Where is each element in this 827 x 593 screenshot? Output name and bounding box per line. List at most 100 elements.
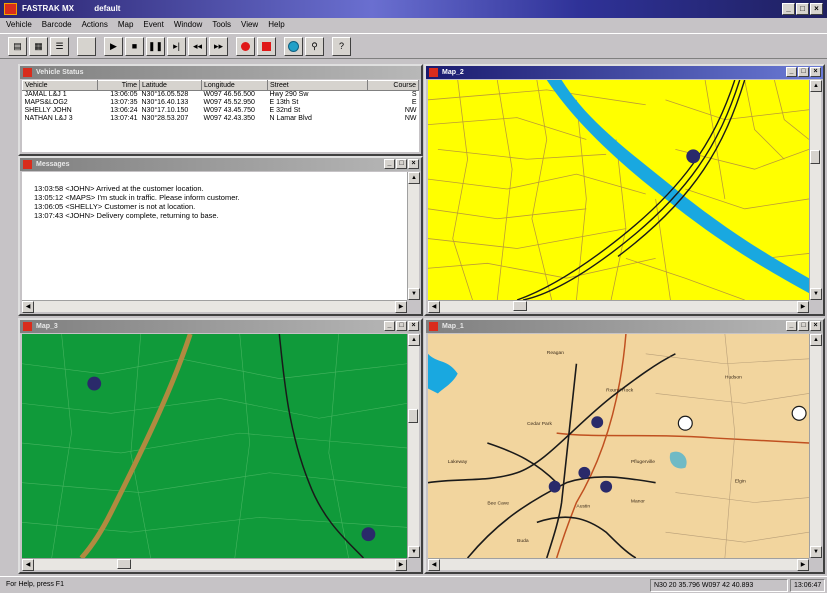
- play-icon[interactable]: ▶: [104, 36, 123, 56]
- col-latitude[interactable]: Latitude: [139, 80, 202, 91]
- menu-barcode[interactable]: Barcode: [42, 18, 72, 32]
- maximize-button[interactable]: □: [798, 67, 809, 77]
- table-row[interactable]: JAMAL L&J 1 13:06:05 N30°16.05.528 W097 …: [23, 91, 419, 100]
- scroll-thumb[interactable]: [513, 301, 527, 311]
- minimize-button[interactable]: _: [786, 321, 797, 331]
- vehicle-grid: Vehicle Time Latitude Longitude Street C…: [22, 80, 419, 152]
- scroll-right-icon[interactable]: ▶: [797, 301, 809, 313]
- table-row[interactable]: MAPS&LOG2 13:07:35 N30°16.40.133 W097 45…: [23, 99, 419, 107]
- app-title-bar[interactable]: FASTRAK MX default _ □ ×: [0, 0, 827, 18]
- map4-title-bar[interactable]: Map_1 _ □ ×: [426, 320, 823, 333]
- maximize-button[interactable]: □: [798, 321, 809, 331]
- scroll-up-icon[interactable]: ▲: [810, 334, 822, 346]
- menu-event[interactable]: Event: [143, 18, 163, 32]
- scroll-left-icon[interactable]: ◀: [428, 301, 440, 313]
- menu-vehicle[interactable]: Vehicle: [6, 18, 32, 32]
- cell-vehicle: JAMAL L&J 1: [24, 91, 67, 98]
- col-street[interactable]: Street: [267, 80, 368, 91]
- step-icon[interactable]: ▸|: [167, 36, 186, 56]
- scroll-down-icon[interactable]: ▼: [810, 546, 822, 558]
- scroll-down-icon[interactable]: ▼: [408, 546, 420, 558]
- scroll-thumb[interactable]: [117, 559, 131, 569]
- maximize-button[interactable]: □: [796, 3, 809, 15]
- terrain-map[interactable]: [22, 334, 407, 558]
- message-line: 13:03:58 <JOHN> Arrived at the customer …: [34, 184, 204, 193]
- horizontal-scrollbar[interactable]: ◀ ▶: [428, 558, 809, 571]
- record-stop-icon[interactable]: [257, 36, 276, 56]
- close-button[interactable]: ×: [810, 3, 823, 15]
- menu-tools[interactable]: Tools: [212, 18, 231, 32]
- scroll-up-icon[interactable]: ▲: [810, 80, 822, 92]
- close-button[interactable]: ×: [810, 321, 821, 331]
- help-pointer-icon[interactable]: ?: [332, 36, 351, 56]
- scroll-left-icon[interactable]: ◀: [22, 559, 34, 571]
- message-line: 13:07:43 <JOHN> Delivery complete, retur…: [34, 211, 219, 220]
- vehicle-marker-icon: [87, 376, 102, 391]
- vertical-scrollbar[interactable]: ▲ ▼: [809, 80, 822, 300]
- vehicle-status-title-bar[interactable]: Vehicle Status: [20, 66, 421, 79]
- map2-title-bar[interactable]: Map_2 _ □ ×: [426, 66, 823, 79]
- vehicle-list-icon[interactable]: ▤: [8, 36, 27, 56]
- close-button[interactable]: ×: [810, 67, 821, 77]
- minimize-button[interactable]: _: [786, 67, 797, 77]
- scroll-right-icon[interactable]: ▶: [797, 559, 809, 571]
- col-time[interactable]: Time: [97, 80, 140, 91]
- cell-time: 13:07:35: [110, 99, 138, 106]
- fleet-icon[interactable]: ▦: [29, 36, 48, 56]
- vertical-scrollbar[interactable]: ▲ ▼: [809, 334, 822, 558]
- horizontal-scrollbar[interactable]: ◀ ▶: [428, 300, 809, 313]
- map3-title-bar[interactable]: Map_3 _ □ ×: [20, 320, 421, 333]
- minimize-button[interactable]: _: [384, 321, 395, 331]
- messages-title-bar[interactable]: Messages _ □ ×: [20, 158, 421, 171]
- minimize-button[interactable]: _: [384, 159, 395, 169]
- col-course[interactable]: Course: [367, 80, 419, 91]
- record-icon[interactable]: [236, 36, 255, 56]
- scroll-down-icon[interactable]: ▼: [810, 288, 822, 300]
- scroll-up-icon[interactable]: ▲: [408, 334, 420, 346]
- scroll-right-icon[interactable]: ▶: [395, 559, 407, 571]
- col-vehicle[interactable]: Vehicle: [22, 80, 98, 91]
- fast-forward-icon[interactable]: ▸▸: [209, 36, 228, 56]
- scroll-up-icon[interactable]: ▲: [408, 172, 420, 184]
- menu-window[interactable]: Window: [174, 18, 202, 32]
- blank-tool-icon[interactable]: [77, 36, 96, 56]
- menu-help[interactable]: Help: [268, 18, 284, 32]
- maximize-button[interactable]: □: [396, 321, 407, 331]
- stop-icon[interactable]: ■: [125, 36, 144, 56]
- globe-icon[interactable]: [284, 36, 303, 56]
- table-row[interactable]: SHELLY JOHN 13:06:24 N30°17.10.150 W097 …: [23, 107, 419, 115]
- vertical-scrollbar[interactable]: ▲ ▼: [407, 172, 420, 300]
- scroll-left-icon[interactable]: ◀: [22, 301, 34, 313]
- close-button[interactable]: ×: [408, 159, 419, 169]
- scroll-right-icon[interactable]: ▶: [395, 301, 407, 313]
- menu-view[interactable]: View: [241, 18, 258, 32]
- close-button[interactable]: ×: [408, 321, 419, 331]
- horizontal-scrollbar[interactable]: ◀ ▶: [22, 300, 407, 313]
- regional-map[interactable]: Reagan Round Rock Pflugerville Cedar Par…: [428, 334, 809, 558]
- menu-actions[interactable]: Actions: [82, 18, 108, 32]
- horizontal-scrollbar[interactable]: ◀ ▶: [22, 558, 407, 571]
- maximize-button[interactable]: □: [396, 159, 407, 169]
- vertical-scrollbar[interactable]: ▲ ▼: [407, 334, 420, 558]
- col-longitude[interactable]: Longitude: [201, 80, 268, 91]
- map-place-label: Pflugerville: [631, 459, 655, 465]
- status-clock: 13:06:47: [790, 579, 825, 592]
- status-bar: For Help, press F1 N30 20 35.796 W097 42…: [0, 576, 827, 593]
- filter-icon[interactable]: ⚲: [305, 36, 324, 56]
- menu-map[interactable]: Map: [118, 18, 134, 32]
- map3-canvas[interactable]: [22, 334, 407, 558]
- map2-canvas[interactable]: [428, 80, 809, 300]
- table-row[interactable]: NATHAN L&J 3 13:07:41 N30°28.53.207 W097…: [23, 115, 419, 123]
- cell-vehicle: MAPS&LOG2: [24, 99, 68, 106]
- cell-latitude: N30°17.10.150: [141, 107, 189, 114]
- scroll-thumb[interactable]: [810, 150, 820, 164]
- rewind-icon[interactable]: ◂◂: [188, 36, 207, 56]
- minimize-button[interactable]: _: [782, 3, 795, 15]
- pause-icon[interactable]: ❚❚: [146, 36, 165, 56]
- scroll-thumb[interactable]: [408, 409, 418, 423]
- street-map[interactable]: [428, 80, 809, 300]
- scroll-down-icon[interactable]: ▼: [408, 288, 420, 300]
- map4-canvas[interactable]: Reagan Round Rock Pflugerville Cedar Par…: [428, 334, 809, 558]
- scroll-left-icon[interactable]: ◀: [428, 559, 440, 571]
- table-icon[interactable]: ☰: [50, 36, 69, 56]
